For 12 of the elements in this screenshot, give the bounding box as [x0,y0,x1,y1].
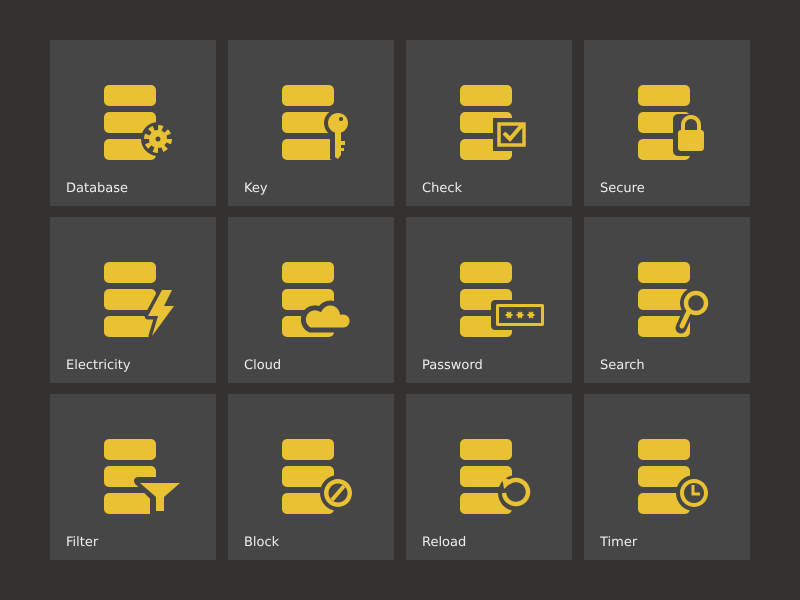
tile-label: Filter [66,535,98,551]
tile-label: Database [66,181,128,197]
tile-label: Key [244,181,268,197]
tile-label: Check [422,181,462,197]
tile-label: Secure [600,181,645,197]
tile-label: Cloud [244,358,282,374]
tile-label: Search [600,358,645,374]
tile-label: Timer [600,535,638,551]
tile-label: Block [244,535,280,551]
tile-label: Electricity [66,358,131,374]
tile-label: Password [422,358,483,374]
tile-label: Reload [422,535,466,551]
